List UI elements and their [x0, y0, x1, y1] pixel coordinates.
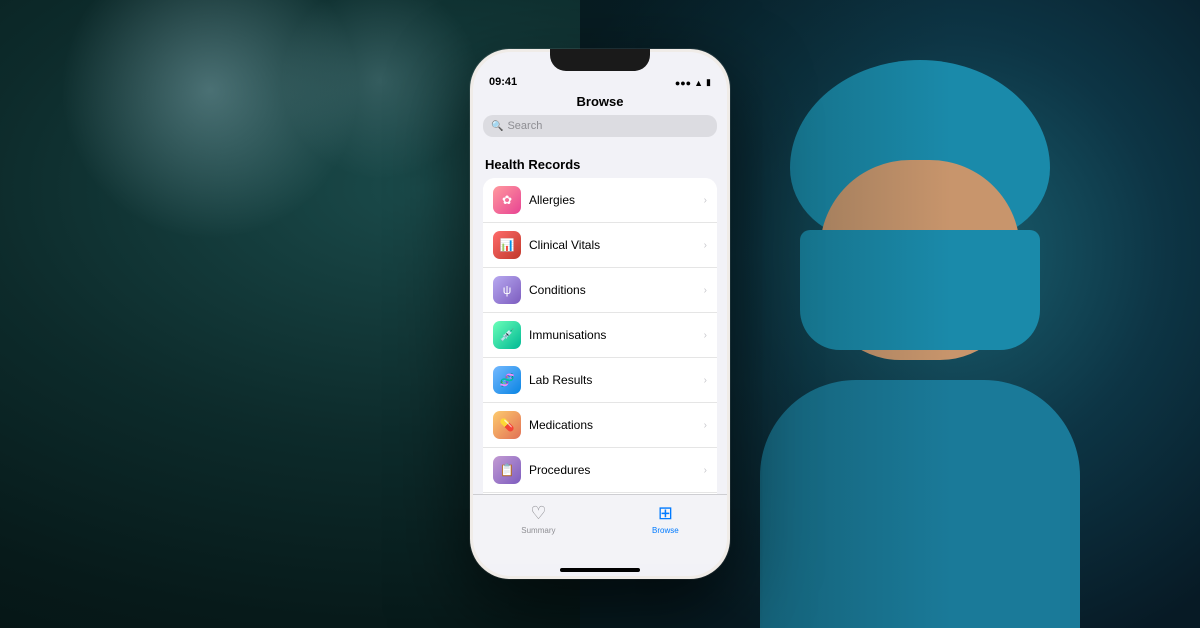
list-item-clinical-vitals[interactable]: 📊 Clinical Vitals › [483, 223, 717, 268]
tab-icon-browse: ⊞ [658, 503, 673, 524]
health-records-list: ✿ Allergies › 📊 Clinical Vitals › ψ Cond… [483, 178, 717, 494]
icon-medications: 💊 [493, 411, 521, 439]
label-conditions: Conditions [529, 283, 704, 297]
label-clinical-vitals: Clinical Vitals [529, 238, 704, 252]
section-title: Health Records [483, 147, 717, 178]
chevron-procedures: › [704, 465, 707, 476]
icon-allergies: ✿ [493, 186, 521, 214]
list-item-conditions[interactable]: ψ Conditions › [483, 268, 717, 313]
label-allergies: Allergies [529, 193, 704, 207]
nav-title: Browse [473, 92, 727, 115]
phone-frame: 09:41 ●●● ▲ ▮ Browse 🔍 Search Health Rec… [470, 49, 730, 579]
icon-conditions: ψ [493, 276, 521, 304]
list-item-immunisations[interactable]: 💉 Immunisations › [483, 313, 717, 358]
list-item-clinical-documents[interactable]: 📄 Clinical Documents › [483, 493, 717, 494]
list-item-procedures[interactable]: 📋 Procedures › [483, 448, 717, 493]
scroll-content: Health Records ✿ Allergies › 📊 Clinical … [473, 147, 727, 494]
chevron-medications: › [704, 420, 707, 431]
label-lab-results: Lab Results [529, 373, 704, 387]
tab-bar: ♡ Summary ⊞ Browse [473, 494, 727, 564]
search-placeholder: Search [507, 120, 542, 132]
tab-browse[interactable]: ⊞ Browse [652, 503, 679, 535]
search-bar[interactable]: 🔍 Search [483, 115, 717, 137]
home-indicator [560, 568, 640, 572]
phone-wrapper: 09:41 ●●● ▲ ▮ Browse 🔍 Search Health Rec… [470, 49, 730, 579]
phone-screen: 09:41 ●●● ▲ ▮ Browse 🔍 Search Health Rec… [473, 52, 727, 576]
status-time: 09:41 [489, 76, 517, 88]
label-procedures: Procedures [529, 463, 704, 477]
chevron-immunisations: › [704, 330, 707, 341]
tab-label-browse: Browse [652, 526, 679, 535]
tab-icon-summary: ♡ [530, 503, 546, 524]
list-item-medications[interactable]: 💊 Medications › [483, 403, 717, 448]
chevron-conditions: › [704, 285, 707, 296]
battery-icon: ▮ [706, 77, 711, 88]
label-medications: Medications [529, 418, 704, 432]
chevron-allergies: › [704, 195, 707, 206]
list-item-lab-results[interactable]: 🧬 Lab Results › [483, 358, 717, 403]
phone-notch [550, 49, 650, 71]
tab-label-summary: Summary [521, 526, 555, 535]
chevron-lab-results: › [704, 375, 707, 386]
wifi-icon: ▲ [694, 78, 703, 88]
list-item-allergies[interactable]: ✿ Allergies › [483, 178, 717, 223]
status-icons: ●●● ▲ ▮ [675, 77, 711, 88]
icon-immunisations: 💉 [493, 321, 521, 349]
chevron-clinical-vitals: › [704, 240, 707, 251]
tab-summary[interactable]: ♡ Summary [521, 503, 555, 535]
icon-procedures: 📋 [493, 456, 521, 484]
icon-clinical-vitals: 📊 [493, 231, 521, 259]
label-immunisations: Immunisations [529, 328, 704, 342]
signal-icon: ●●● [675, 78, 691, 88]
search-icon: 🔍 [491, 121, 503, 132]
icon-lab-results: 🧬 [493, 366, 521, 394]
